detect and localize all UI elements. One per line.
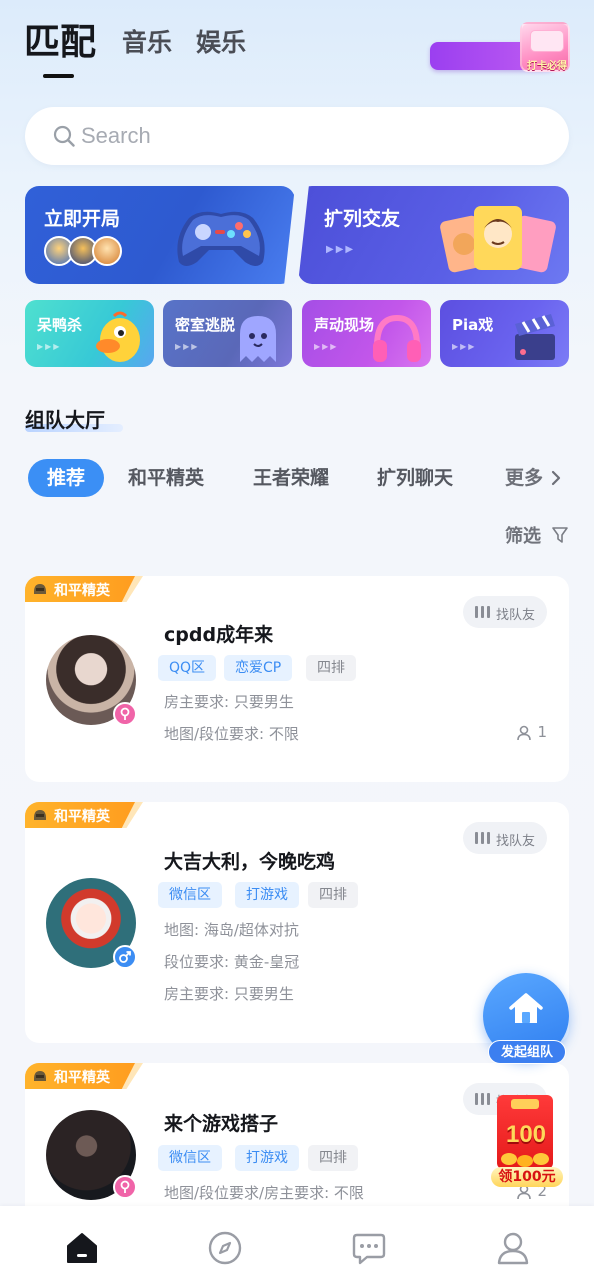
arrows-decoration: ▶▶▶ — [37, 342, 62, 351]
search-bar[interactable] — [25, 107, 569, 165]
tab-more[interactable]: 更多 — [505, 459, 543, 497]
bars-icon — [475, 832, 490, 844]
requirement-text: 房主要求: 只要男生 — [164, 693, 294, 711]
mode-card-title: Pia戏 — [452, 316, 494, 334]
tab-honor-of-kings[interactable]: 王者荣耀 — [253, 459, 329, 497]
mode-card-live-voice[interactable]: 声动现场 ▶▶▶ — [302, 300, 431, 367]
house-icon — [509, 993, 543, 1023]
tab-match[interactable]: 匹配 — [24, 20, 96, 66]
tag-list: QQ区 恋爱CP 四排 — [158, 655, 418, 681]
envelope-seal — [511, 1099, 539, 1109]
requirement-text: 房主要求: 只要男生 — [164, 985, 294, 1003]
find-teammates-button[interactable]: 找队友 — [463, 596, 547, 628]
ghost-icon — [240, 316, 276, 362]
make-friends-card[interactable]: 扩列交友 ▶▶▶ — [298, 186, 569, 284]
red-packet-promo[interactable]: 100 领100元 — [487, 1093, 565, 1189]
tag-chip: 微信区 — [158, 882, 222, 908]
tab-music[interactable]: 音乐 — [122, 26, 172, 60]
tag-chip: 四排 — [308, 882, 358, 908]
team-card[interactable]: 和平精英 找队友 cpdd成年来 QQ区 恋爱CP 四排 房主要求: 只要男生 … — [25, 576, 569, 782]
tag-list: 微信区 打游戏 四排 — [158, 882, 418, 908]
tag-chip: QQ区 — [158, 655, 217, 681]
create-team-label[interactable]: 发起组队 — [488, 1040, 566, 1064]
app-screen: 匹配 音乐 娱乐 打卡必得 立即开局 — [0, 0, 594, 1280]
mode-card-title: 密室逃脱 — [175, 316, 236, 334]
tab-peace-elite[interactable]: 和平精英 — [128, 459, 204, 497]
room-title: 来个游戏搭子 — [164, 1113, 279, 1135]
quick-start-card[interactable]: 立即开局 — [25, 186, 295, 284]
arrows-decoration: ▶▶▶ — [175, 342, 200, 351]
find-teammates-label: 找队友 — [496, 834, 536, 849]
checkin-promo-banner[interactable]: 打卡必得 — [430, 22, 572, 74]
tag-chip: 四排 — [306, 655, 356, 681]
chevron-right-icon[interactable] — [550, 470, 562, 486]
tab-chat[interactable]: 扩列聊天 — [377, 459, 453, 497]
filter-icon[interactable] — [552, 526, 568, 544]
requirement-text: 地图/段位要求/房主要求: 不限 — [164, 1184, 364, 1202]
red-packet-label: 领100元 — [491, 1167, 563, 1187]
mode-card-duck[interactable]: 呆鸭杀 ▶▶▶ — [25, 300, 154, 367]
search-icon — [53, 125, 75, 147]
bottom-nav — [0, 1206, 594, 1280]
game-tag-label: 和平精英 — [54, 809, 110, 825]
person-icon — [517, 725, 531, 741]
coins-icon — [501, 1153, 549, 1167]
top-tab-bar: 匹配 音乐 娱乐 — [24, 20, 424, 80]
arrows-decoration: ▶▶▶ — [314, 342, 339, 351]
make-friends-title: 扩列交友 — [324, 208, 401, 230]
mode-card-pia-drama[interactable]: Pia戏 ▶▶▶ — [440, 300, 569, 367]
find-teammates-button[interactable]: 找队友 — [463, 822, 547, 854]
game-tag-label: 和平精英 — [54, 583, 110, 599]
tag-list: 微信区 打游戏 四排 — [158, 1145, 418, 1171]
male-icon — [113, 945, 137, 969]
tab-recommended[interactable]: 推荐 — [28, 459, 104, 497]
user-icon[interactable] — [495, 1230, 531, 1266]
arrows-decoration: ▶▶▶ — [452, 342, 477, 351]
filter-button[interactable]: 筛选 — [505, 522, 541, 548]
mode-card-title: 呆鸭杀 — [37, 316, 83, 334]
helmet-icon — [34, 584, 46, 594]
compass-icon[interactable] — [207, 1230, 243, 1266]
player-avatar — [92, 236, 122, 266]
arrows-decoration: ▶▶▶ — [326, 244, 356, 255]
requirement-text: 地图/段位要求: 不限 — [164, 725, 299, 743]
requirement-text: 地图: 海岛/超体对抗 — [164, 921, 299, 939]
quick-start-title: 立即开局 — [44, 208, 121, 230]
clapperboard-icon — [515, 314, 555, 360]
gamepad-icon — [177, 211, 265, 266]
chat-icon[interactable] — [351, 1230, 387, 1266]
member-count: 1 — [537, 723, 547, 741]
headphones-icon — [373, 314, 421, 362]
tag-chip: 恋爱CP — [224, 655, 293, 681]
friend-cards-icon — [440, 206, 556, 273]
tag-chip: 四排 — [308, 1145, 358, 1171]
home-icon[interactable] — [64, 1230, 100, 1266]
tag-chip: 打游戏 — [235, 1145, 299, 1171]
active-tab-indicator — [43, 74, 74, 78]
requirement-text: 段位要求: 黄金-皇冠 — [164, 953, 300, 971]
promo-label: 打卡必得 — [527, 61, 567, 72]
find-teammates-label: 找队友 — [496, 608, 536, 623]
tag-chip: 微信区 — [158, 1145, 222, 1171]
game-tag-label: 和平精英 — [54, 1070, 110, 1086]
player-avatars — [44, 236, 134, 266]
helmet-icon — [34, 810, 46, 820]
female-icon — [113, 702, 137, 726]
tab-entertainment[interactable]: 娱乐 — [196, 26, 246, 60]
room-title: cpdd成年来 — [164, 624, 274, 646]
red-packet-amount: 100 — [505, 1121, 547, 1148]
female-icon — [113, 1175, 137, 1199]
duck-icon — [96, 311, 140, 362]
mode-card-title: 声动现场 — [314, 316, 375, 334]
room-title: 大吉大利，今晚吃鸡 — [164, 851, 336, 873]
search-input[interactable] — [81, 119, 521, 153]
bars-icon — [475, 606, 490, 618]
category-tab-bar: 推荐 和平精英 王者荣耀 扩列聊天 更多 — [28, 459, 568, 497]
mode-card-escape-room[interactable]: 密室逃脱 ▶▶▶ — [163, 300, 292, 367]
helmet-icon — [34, 1071, 46, 1081]
tag-chip: 打游戏 — [235, 882, 299, 908]
section-title: 组队大厅 — [25, 408, 105, 432]
